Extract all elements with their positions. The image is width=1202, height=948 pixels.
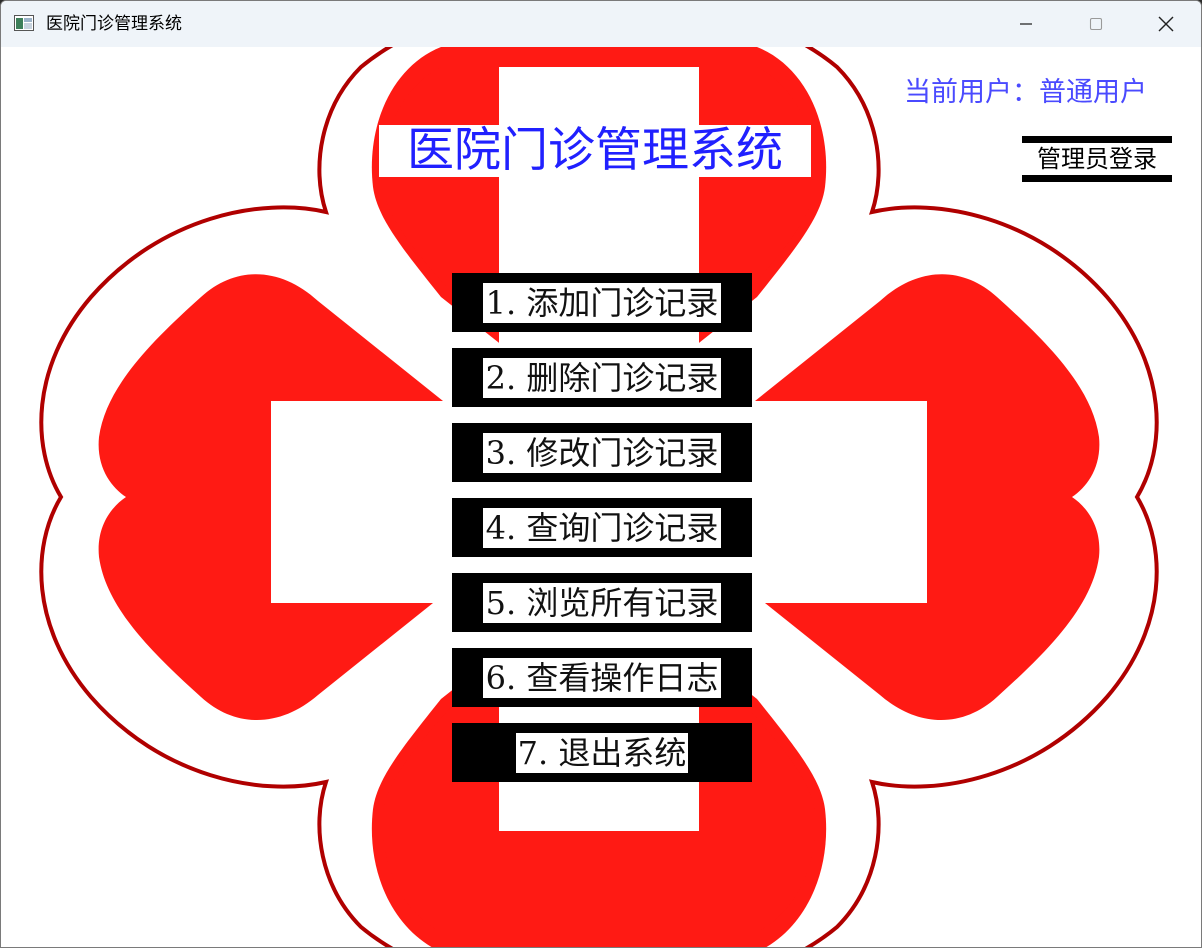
browse-records-label: 5. 浏览所有记录	[482, 582, 722, 623]
window-left-edge	[1, 47, 11, 947]
edit-record-label: 3. 修改门诊记录	[482, 432, 722, 473]
app-window: 医院门诊管理系统 当前用户：普通用户 管理员登录 医院门诊管理系统 1. 添加门…	[0, 0, 1202, 948]
add-record-button[interactable]: 1. 添加门诊记录	[452, 273, 752, 332]
window-right-edge	[1187, 47, 1201, 947]
close-button[interactable]	[1131, 1, 1201, 47]
app-window-icon	[14, 15, 34, 31]
add-record-label: 1. 添加门诊记录	[482, 282, 722, 323]
exit-system-button[interactable]: 7. 退出系统	[452, 723, 752, 782]
delete-record-label: 2. 删除门诊记录	[482, 357, 722, 398]
window-title: 医院门诊管理系统	[46, 14, 182, 34]
search-record-button[interactable]: 4. 查询门诊记录	[452, 498, 752, 557]
browse-records-button[interactable]: 5. 浏览所有记录	[452, 573, 752, 632]
client-area: 当前用户：普通用户 管理员登录 医院门诊管理系统 1. 添加门诊记录 2. 删除…	[11, 47, 1187, 947]
maximize-icon	[1089, 17, 1103, 31]
minimize-button[interactable]	[991, 1, 1061, 47]
maximize-button[interactable]	[1061, 1, 1131, 47]
title-bar[interactable]: 医院门诊管理系统	[1, 1, 1201, 47]
page-title: 医院门诊管理系统	[379, 125, 811, 177]
current-user-status: 当前用户：普通用户	[904, 77, 1147, 108]
edit-record-button[interactable]: 3. 修改门诊记录	[452, 423, 752, 482]
minimize-icon	[1020, 23, 1032, 25]
close-icon	[1158, 16, 1174, 32]
admin-login-button[interactable]: 管理员登录	[1022, 136, 1172, 182]
exit-system-label: 7. 退出系统	[515, 732, 689, 773]
view-log-label: 6. 查看操作日志	[482, 657, 722, 698]
delete-record-button[interactable]: 2. 删除门诊记录	[452, 348, 752, 407]
search-record-label: 4. 查询门诊记录	[482, 507, 722, 548]
view-log-button[interactable]: 6. 查看操作日志	[452, 648, 752, 707]
